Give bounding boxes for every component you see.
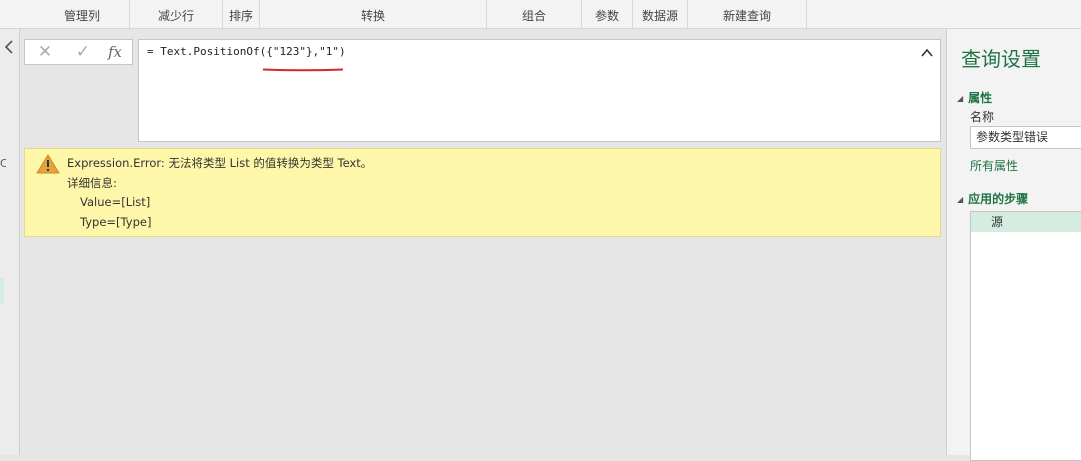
selected-query-indicator[interactable] [0, 278, 4, 304]
applied-step-source[interactable]: 源 [971, 212, 1081, 232]
error-details-label: 详细信息: [67, 176, 117, 190]
queries-pane-collapsed: C [0, 29, 20, 455]
red-underline-annotation [262, 68, 344, 72]
ribbon-group-parameters: 参数 [582, 0, 633, 28]
error-panel: Expression.Error: 无法将类型 List 的值转换为类型 Tex… [24, 148, 941, 237]
cancel-icon[interactable]: ✕ [35, 43, 55, 61]
query-name-input[interactable]: 参数类型错误 [970, 126, 1081, 149]
properties-section-header[interactable]: ◢ 属性 [957, 89, 992, 106]
warning-icon [36, 154, 60, 174]
ribbon-group-reduce-rows: 减少行 [130, 0, 223, 28]
applied-steps-section-header[interactable]: ◢ 应用的步骤 [957, 190, 1028, 207]
properties-header-label: 属性 [968, 91, 993, 105]
ribbon-group-manage-columns: 管理列 [35, 0, 130, 28]
ribbon-group-new-query: 新建查询 [688, 0, 807, 28]
query-settings-title: 查询设置 [961, 47, 1041, 71]
error-detail-value: Value=[List] [80, 195, 151, 209]
error-detail-type: Type=[Type] [80, 215, 152, 229]
formula-text[interactable]: = Text.PositionOf({"123"},"1") [147, 45, 346, 58]
query-settings-pane: 查询设置 ◢ 属性 名称 参数类型错误 所有属性 ◢ 应用的步骤 源 [946, 29, 1081, 461]
collapse-triangle-icon[interactable]: ◢ [957, 195, 963, 204]
chevron-up-icon[interactable] [920, 47, 934, 59]
applied-steps-header-label: 应用的步骤 [968, 192, 1029, 206]
formula-bar-buttons: ✕ ✓ fx [24, 39, 133, 65]
ribbon-group-data-sources: 数据源 [633, 0, 688, 28]
ribbon-group-sort: 排序 [223, 0, 260, 28]
name-label: 名称 [970, 110, 995, 124]
ribbon-group-combine: 组合 [487, 0, 582, 28]
formula-editor[interactable]: = Text.PositionOf({"123"},"1") [138, 39, 941, 142]
ribbon-group-labels: 管理列 减少行 排序 转换 组合 参数 数据源 新建查询 [0, 0, 1081, 29]
chevron-left-icon[interactable] [2, 39, 16, 55]
commit-icon[interactable]: ✓ [73, 43, 93, 61]
applied-steps-list: 源 [970, 211, 1081, 461]
all-properties-link[interactable]: 所有属性 [970, 157, 1018, 174]
ribbon-group-transform: 转换 [260, 0, 487, 28]
query-list-stub[interactable]: C [0, 157, 6, 171]
collapse-triangle-icon[interactable]: ◢ [957, 94, 963, 103]
fx-icon[interactable]: fx [105, 43, 125, 61]
error-message: Expression.Error: 无法将类型 List 的值转换为类型 Tex… [67, 156, 373, 170]
